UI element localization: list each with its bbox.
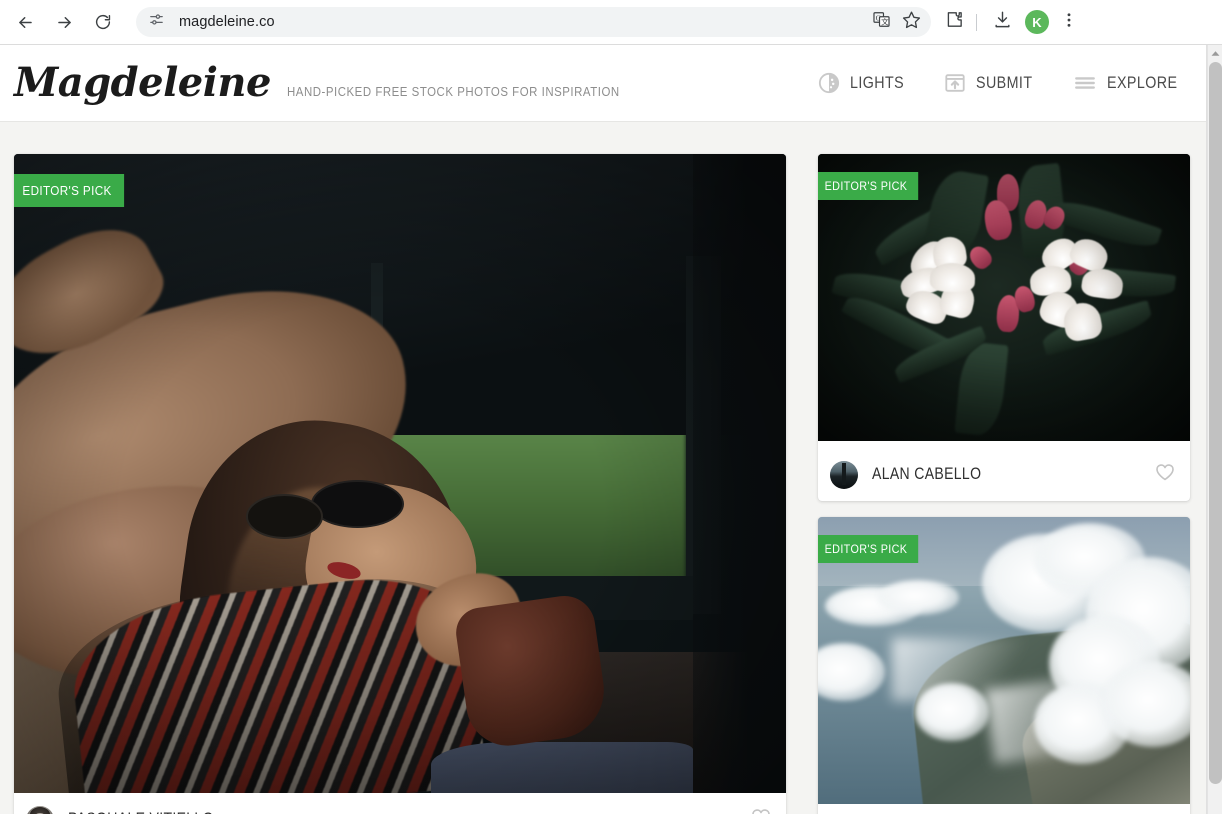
lights-contrast-icon (818, 72, 840, 94)
site-logo[interactable]: Magdeleine (14, 63, 271, 103)
site-settings-button[interactable] (144, 10, 168, 34)
chrome-menu-button[interactable] (1054, 7, 1084, 37)
arrow-right-icon (55, 13, 74, 32)
back-button[interactable] (10, 7, 40, 37)
bookmark-button[interactable] (897, 8, 925, 36)
download-icon (993, 10, 1012, 34)
downloads-button[interactable] (987, 7, 1017, 37)
browser-toolbar: magdeleine.co G 文 K (0, 0, 1222, 45)
page-scrollbar[interactable] (1207, 45, 1222, 814)
reload-button[interactable] (88, 7, 118, 37)
avatar[interactable] (26, 805, 54, 814)
toolbar-divider (976, 13, 977, 31)
author-name[interactable]: ALAN CABELLO (872, 465, 981, 484)
site-settings-icon (148, 11, 165, 33)
omnibox-actions: G 文 (865, 8, 925, 36)
heart-outline-icon (1154, 462, 1176, 487)
nav-label-lights: LIGHTS (849, 73, 904, 92)
hamburger-menu-icon (1073, 72, 1097, 94)
address-bar[interactable]: magdeleine.co G 文 (136, 7, 931, 37)
reload-icon (94, 13, 112, 31)
photo-card[interactable]: EDITOR'S PICK ALAN CABELLO (818, 154, 1190, 501)
editors-pick-badge: EDITOR'S PICK (14, 174, 125, 207)
url-text[interactable]: magdeleine.co (179, 14, 275, 30)
translate-icon: G 文 (872, 10, 891, 34)
photo-thumbnail[interactable]: EDITOR'S PICK (818, 154, 1190, 441)
forward-button[interactable] (49, 7, 79, 37)
brand-block[interactable]: Magdeleine HAND-PICKED FREE STOCK PHOTOS… (14, 63, 665, 103)
photo-card-footer: ALAN CABELLO (818, 448, 1190, 501)
nav-item-lights[interactable]: LIGHTS (818, 72, 914, 94)
scrollbar-thumb[interactable] (1209, 62, 1222, 784)
scroll-up-button[interactable] (1208, 45, 1222, 61)
submit-upload-icon (944, 72, 966, 94)
browser-actions: K (935, 7, 1091, 37)
nav-label-submit: SUBMIT (975, 73, 1033, 92)
profile-avatar[interactable]: K (1025, 10, 1049, 34)
extensions-button[interactable] (939, 7, 969, 37)
nav-item-submit[interactable]: SUBMIT (944, 72, 1043, 94)
photo-card-footer: PASQUALE VITIELLO (14, 793, 786, 814)
photo-card[interactable]: EDITOR'S PICK PASQUALE VITIELLO (14, 154, 786, 814)
arrow-left-icon (16, 13, 35, 32)
photo-gallery: EDITOR'S PICK PASQUALE VITIELLO (0, 123, 1207, 814)
nav-label-explore: EXPLORE (1107, 73, 1178, 92)
editors-pick-badge: EDITOR'S PICK (818, 535, 919, 563)
site-nav: LIGHTS SUBMIT EXPLORE (788, 72, 1207, 94)
favorite-button[interactable] (1154, 462, 1176, 487)
page-viewport: Magdeleine HAND-PICKED FREE STOCK PHOTOS… (0, 45, 1222, 814)
translate-button[interactable]: G 文 (867, 8, 895, 36)
three-dots-menu-icon (1060, 11, 1078, 34)
site-header: Magdeleine HAND-PICKED FREE STOCK PHOTOS… (0, 45, 1207, 122)
heart-outline-icon (750, 807, 772, 814)
favorite-button[interactable] (750, 807, 772, 814)
photo-thumbnail[interactable]: EDITOR'S PICK (14, 154, 786, 793)
photo-image-woman-in-car (14, 154, 786, 793)
site-tagline: HAND-PICKED FREE STOCK PHOTOS FOR INSPIR… (286, 84, 620, 99)
scroll-up-arrow-icon (1211, 44, 1220, 62)
nav-item-explore[interactable]: EXPLORE (1073, 72, 1191, 94)
svg-text:文: 文 (881, 16, 889, 26)
extensions-puzzle-icon (945, 10, 964, 34)
photo-thumbnail[interactable]: EDITOR'S PICK (818, 517, 1190, 804)
avatar[interactable] (830, 460, 858, 489)
photo-card[interactable]: EDITOR'S PICK PASQUALE VITIELLO (818, 517, 1190, 814)
star-icon (902, 10, 921, 34)
editors-pick-badge: EDITOR'S PICK (818, 172, 919, 200)
author-name[interactable]: PASQUALE VITIELLO (68, 810, 214, 814)
